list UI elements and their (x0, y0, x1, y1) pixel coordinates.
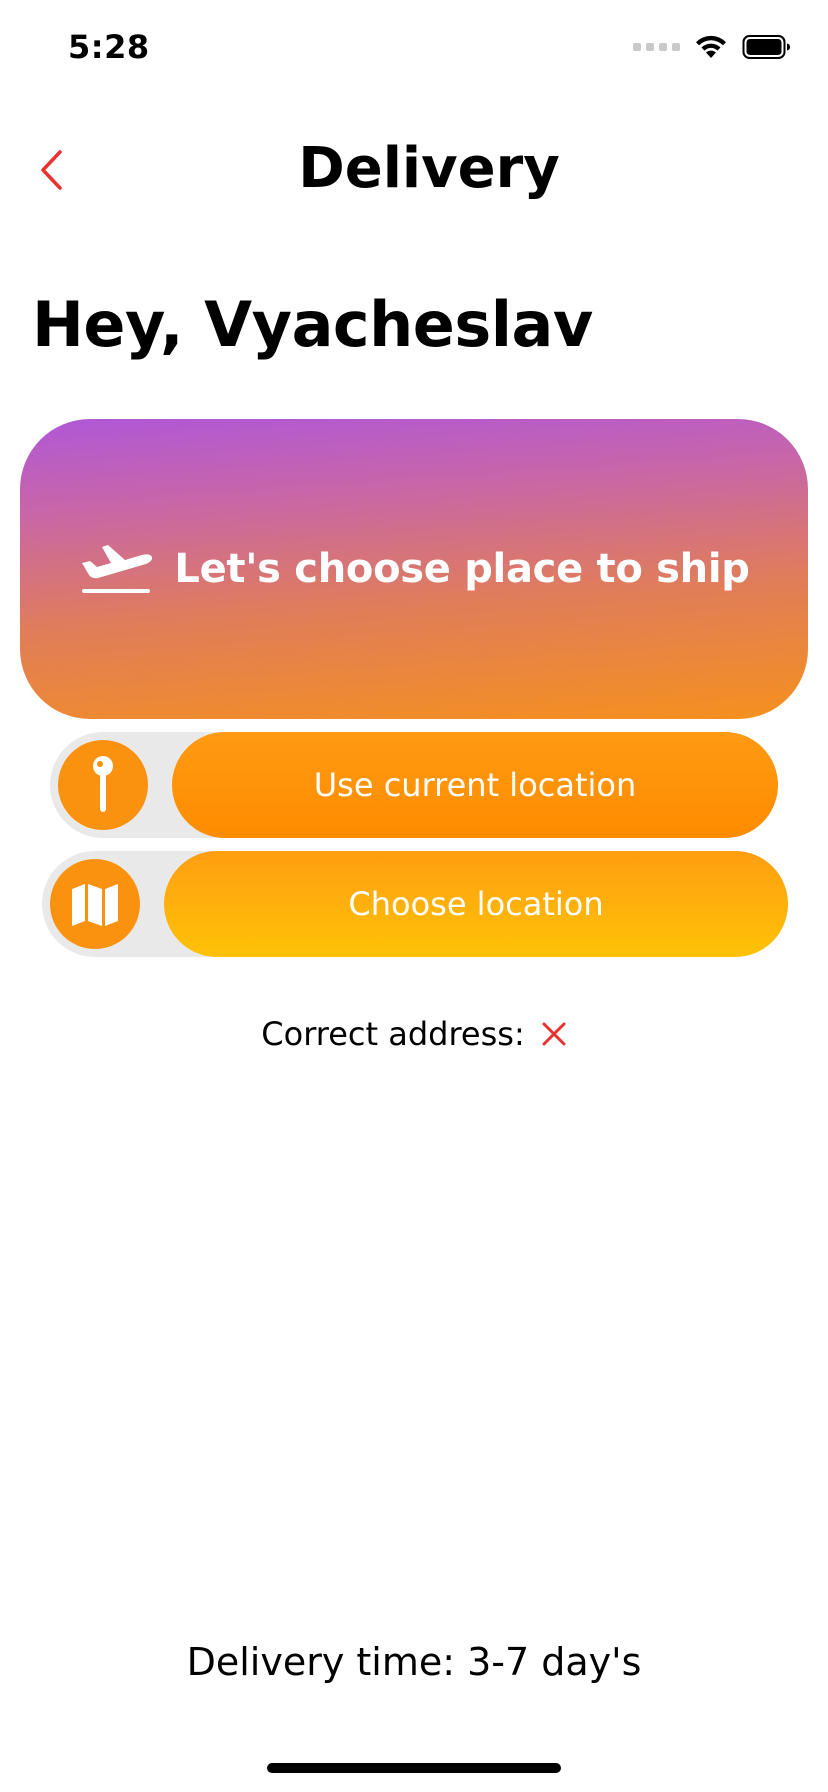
address-status-label: Correct address: (261, 1015, 525, 1053)
home-indicator[interactable] (267, 1763, 561, 1773)
ship-place-banner: Let's choose place to ship (20, 419, 808, 719)
battery-icon (742, 35, 790, 59)
ship-place-text: Let's choose place to ship (174, 546, 750, 592)
delivery-time-text: Delivery time: 3-7 day's (186, 1640, 642, 1684)
choose-location-button[interactable]: Choose location (164, 851, 788, 957)
map-pin-icon (93, 756, 113, 812)
use-current-location-button[interactable]: Use current location (172, 732, 778, 838)
folded-map-icon (72, 884, 118, 926)
current-location-row: Use current location (50, 732, 778, 838)
status-bar: 5:28 (0, 0, 828, 100)
greeting-heading: Hey, Vyacheslav (32, 288, 593, 361)
choose-location-row: Choose location (42, 851, 788, 957)
status-time: 5:28 (68, 28, 150, 66)
airplane-departure-icon (82, 545, 153, 593)
cellular-signal-icon (633, 43, 680, 51)
page-title: Delivery (298, 136, 560, 201)
current-location-icon-badge (58, 740, 148, 830)
choose-location-icon-badge (50, 859, 140, 949)
status-icons (633, 34, 792, 60)
navigation-bar: Delivery (0, 120, 828, 220)
x-mark-icon (542, 1022, 566, 1046)
address-status: Correct address: (0, 1015, 828, 1053)
wifi-icon (696, 35, 726, 58)
